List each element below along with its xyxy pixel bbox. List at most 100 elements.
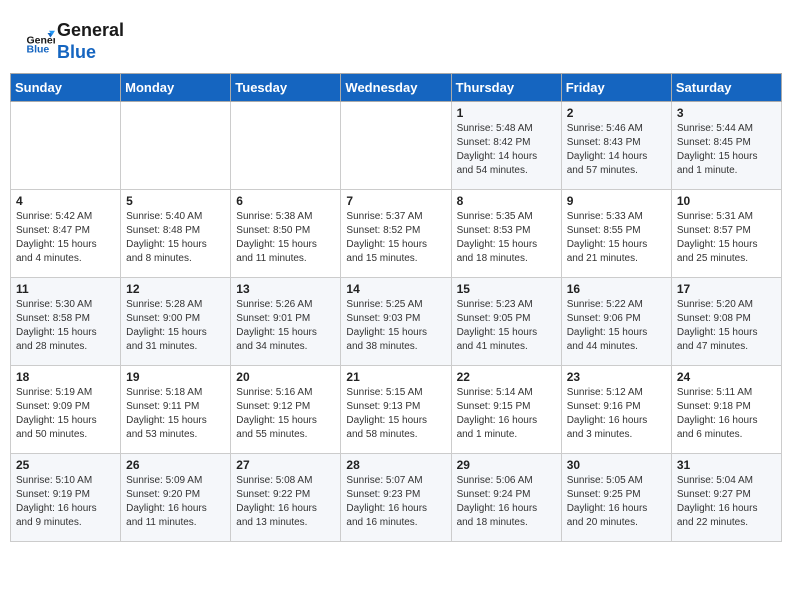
day-number: 26: [126, 458, 225, 472]
day-info: Sunrise: 5:40 AM Sunset: 8:48 PM Dayligh…: [126, 210, 225, 266]
calendar-week-2: 4 Sunrise: 5:42 AM Sunset: 8:47 PM Daylig…: [11, 190, 782, 278]
calendar-cell: 28Sunrise: 5:07 AM Sunset: 9:23 PM Dayli…: [341, 454, 451, 542]
calendar-cell: 7 Sunrise: 5:37 AM Sunset: 8:52 PM Daylig…: [341, 190, 451, 278]
calendar-cell: 1 Sunrise: 5:48 AM Sunset: 8:42 PM Daylig…: [451, 102, 561, 190]
calendar-cell: 5 Sunrise: 5:40 AM Sunset: 8:48 PM Daylig…: [121, 190, 231, 278]
calendar-header-row: SundayMondayTuesdayWednesdayThursdayFrid…: [11, 74, 782, 102]
day-info: Sunrise: 5:42 AM Sunset: 8:47 PM Dayligh…: [16, 210, 115, 266]
logo-icon: General Blue: [25, 27, 55, 57]
logo-text-line2: Blue: [57, 42, 124, 64]
day-number: 28: [346, 458, 445, 472]
day-number: 25: [16, 458, 115, 472]
day-number: 11: [16, 282, 115, 296]
calendar-cell: 17 Sunrise: 5:20 AM Sunset: 9:08 PM Dayli…: [671, 278, 781, 366]
day-info: Sunrise: 5:12 AM Sunset: 9:16 PM Dayligh…: [567, 386, 666, 442]
day-number: 5: [126, 194, 225, 208]
day-number: 17: [677, 282, 776, 296]
calendar-cell: 12Sunrise: 5:28 AM Sunset: 9:00 PM Dayli…: [121, 278, 231, 366]
calendar-cell: 8Sunrise: 5:35 AM Sunset: 8:53 PM Daylig…: [451, 190, 561, 278]
calendar-cell: 29 Sunrise: 5:06 AM Sunset: 9:24 PM Dayli…: [451, 454, 561, 542]
day-number: 23: [567, 370, 666, 384]
calendar-cell: 22 Sunrise: 5:14 AM Sunset: 9:15 PM Dayli…: [451, 366, 561, 454]
day-info: Sunrise: 5:20 AM Sunset: 9:08 PM Dayligh…: [677, 298, 776, 354]
calendar-cell: 2Sunrise: 5:46 AM Sunset: 8:43 PM Daylig…: [561, 102, 671, 190]
weekday-header-saturday: Saturday: [671, 74, 781, 102]
calendar-cell: 18Sunrise: 5:19 AM Sunset: 9:09 PM Dayli…: [11, 366, 121, 454]
day-number: 6: [236, 194, 335, 208]
day-number: 7: [346, 194, 445, 208]
day-info: Sunrise: 5:11 AM Sunset: 9:18 PM Dayligh…: [677, 386, 776, 442]
day-number: 21: [346, 370, 445, 384]
calendar-cell: 6 Sunrise: 5:38 AM Sunset: 8:50 PM Daylig…: [231, 190, 341, 278]
day-info: Sunrise: 5:31 AM Sunset: 8:57 PM Dayligh…: [677, 210, 776, 266]
day-number: 9: [567, 194, 666, 208]
calendar-week-3: 11 Sunrise: 5:30 AM Sunset: 8:58 PM Dayli…: [11, 278, 782, 366]
calendar-cell: 3Sunrise: 5:44 AM Sunset: 8:45 PM Daylig…: [671, 102, 781, 190]
day-info: Sunrise: 5:06 AM Sunset: 9:24 PM Dayligh…: [457, 474, 556, 530]
calendar-cell: 10 Sunrise: 5:31 AM Sunset: 8:57 PM Dayli…: [671, 190, 781, 278]
day-number: 22: [457, 370, 556, 384]
day-number: 18: [16, 370, 115, 384]
day-number: 27: [236, 458, 335, 472]
day-info: Sunrise: 5:30 AM Sunset: 8:58 PM Dayligh…: [16, 298, 115, 354]
calendar-cell: 19 Sunrise: 5:18 AM Sunset: 9:11 PM Dayli…: [121, 366, 231, 454]
calendar-cell: 14 Sunrise: 5:25 AM Sunset: 9:03 PM Dayli…: [341, 278, 451, 366]
calendar-cell: 13 Sunrise: 5:26 AM Sunset: 9:01 PM Dayli…: [231, 278, 341, 366]
calendar-cell: 9 Sunrise: 5:33 AM Sunset: 8:55 PM Daylig…: [561, 190, 671, 278]
calendar-cell: 26 Sunrise: 5:09 AM Sunset: 9:20 PM Dayli…: [121, 454, 231, 542]
day-info: Sunrise: 5:14 AM Sunset: 9:15 PM Dayligh…: [457, 386, 556, 442]
day-info: Sunrise: 5:35 AM Sunset: 8:53 PM Dayligh…: [457, 210, 556, 266]
logo-text-line1: General: [57, 20, 124, 42]
day-info: Sunrise: 5:48 AM Sunset: 8:42 PM Dayligh…: [457, 122, 556, 178]
day-number: 15: [457, 282, 556, 296]
day-number: 3: [677, 106, 776, 120]
day-number: 14: [346, 282, 445, 296]
calendar-cell: [231, 102, 341, 190]
day-info: Sunrise: 5:15 AM Sunset: 9:13 PM Dayligh…: [346, 386, 445, 442]
day-number: 19: [126, 370, 225, 384]
calendar-cell: 24 Sunrise: 5:11 AM Sunset: 9:18 PM Dayli…: [671, 366, 781, 454]
day-info: Sunrise: 5:26 AM Sunset: 9:01 PM Dayligh…: [236, 298, 335, 354]
day-number: 12: [126, 282, 225, 296]
day-number: 2: [567, 106, 666, 120]
day-info: Sunrise: 5:08 AM Sunset: 9:22 PM Dayligh…: [236, 474, 335, 530]
calendar-cell: 25 Sunrise: 5:10 AM Sunset: 9:19 PM Dayli…: [11, 454, 121, 542]
day-info: Sunrise: 5:09 AM Sunset: 9:20 PM Dayligh…: [126, 474, 225, 530]
calendar-cell: 11 Sunrise: 5:30 AM Sunset: 8:58 PM Dayli…: [11, 278, 121, 366]
calendar-cell: 27 Sunrise: 5:08 AM Sunset: 9:22 PM Dayli…: [231, 454, 341, 542]
day-info: Sunrise: 5:04 AM Sunset: 9:27 PM Dayligh…: [677, 474, 776, 530]
calendar-cell: 30 Sunrise: 5:05 AM Sunset: 9:25 PM Dayli…: [561, 454, 671, 542]
calendar-cell: 4 Sunrise: 5:42 AM Sunset: 8:47 PM Daylig…: [11, 190, 121, 278]
day-info: Sunrise: 5:16 AM Sunset: 9:12 PM Dayligh…: [236, 386, 335, 442]
calendar-cell: [341, 102, 451, 190]
day-info: Sunrise: 5:25 AM Sunset: 9:03 PM Dayligh…: [346, 298, 445, 354]
day-number: 10: [677, 194, 776, 208]
day-number: 1: [457, 106, 556, 120]
calendar-cell: 21 Sunrise: 5:15 AM Sunset: 9:13 PM Dayli…: [341, 366, 451, 454]
calendar-cell: 16Sunrise: 5:22 AM Sunset: 9:06 PM Dayli…: [561, 278, 671, 366]
day-info: Sunrise: 5:10 AM Sunset: 9:19 PM Dayligh…: [16, 474, 115, 530]
svg-text:Blue: Blue: [27, 43, 50, 55]
logo: General Blue General Blue: [25, 20, 124, 63]
day-number: 24: [677, 370, 776, 384]
day-number: 31: [677, 458, 776, 472]
day-number: 30: [567, 458, 666, 472]
day-number: 13: [236, 282, 335, 296]
day-info: Sunrise: 5:05 AM Sunset: 9:25 PM Dayligh…: [567, 474, 666, 530]
weekday-header-tuesday: Tuesday: [231, 74, 341, 102]
day-number: 4: [16, 194, 115, 208]
day-info: Sunrise: 5:23 AM Sunset: 9:05 PM Dayligh…: [457, 298, 556, 354]
calendar-cell: 20 Sunrise: 5:16 AM Sunset: 9:12 PM Dayli…: [231, 366, 341, 454]
day-info: Sunrise: 5:33 AM Sunset: 8:55 PM Dayligh…: [567, 210, 666, 266]
weekday-header-thursday: Thursday: [451, 74, 561, 102]
weekday-header-sunday: Sunday: [11, 74, 121, 102]
day-number: 20: [236, 370, 335, 384]
day-info: Sunrise: 5:18 AM Sunset: 9:11 PM Dayligh…: [126, 386, 225, 442]
calendar-cell: 23 Sunrise: 5:12 AM Sunset: 9:16 PM Dayli…: [561, 366, 671, 454]
day-info: Sunrise: 5:37 AM Sunset: 8:52 PM Dayligh…: [346, 210, 445, 266]
day-info: Sunrise: 5:38 AM Sunset: 8:50 PM Dayligh…: [236, 210, 335, 266]
day-number: 29: [457, 458, 556, 472]
weekday-header-friday: Friday: [561, 74, 671, 102]
weekday-header-wednesday: Wednesday: [341, 74, 451, 102]
calendar-week-5: 25 Sunrise: 5:10 AM Sunset: 9:19 PM Dayli…: [11, 454, 782, 542]
